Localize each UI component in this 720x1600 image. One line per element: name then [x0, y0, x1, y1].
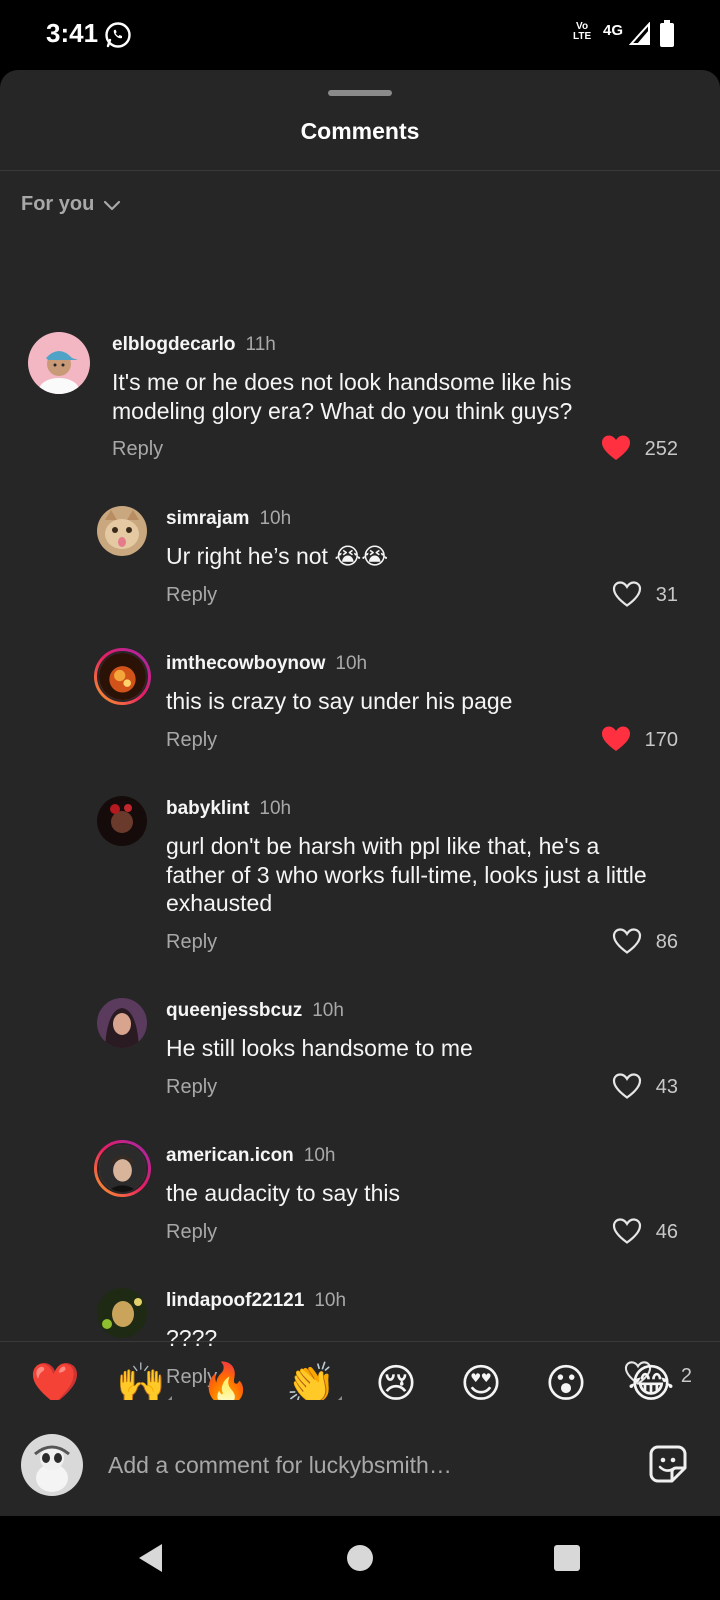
chevron-down-icon: [104, 200, 121, 210]
signal-icon: [629, 22, 650, 45]
sort-filter-dropdown[interactable]: For you: [21, 193, 122, 216]
user-avatar-icon: [21, 1434, 83, 1496]
reply-button[interactable]: Reply: [166, 1076, 217, 1099]
home-icon[interactable]: [347, 1545, 373, 1571]
bitmoji-avatar-icon: [28, 332, 90, 394]
comment-timestamp: 11h: [245, 334, 276, 355]
comment-timestamp: 10h: [259, 798, 292, 819]
avatar: [97, 1143, 148, 1194]
volte-icon: Vo LTE: [573, 22, 591, 42]
avatar-story-ring[interactable]: [94, 1140, 151, 1197]
comment-timestamp: 10h: [335, 653, 368, 674]
volte-line2: LTE: [573, 31, 592, 42]
comment-timestamp: 10h: [314, 1290, 347, 1311]
like-count: 43: [655, 1076, 678, 1098]
network-type: 4G: [603, 22, 624, 39]
comment-text: this is crazy to say under his page: [166, 688, 513, 714]
avatar[interactable]: [97, 1288, 147, 1338]
comment-text: It's me or he does not look handsome lik…: [112, 369, 573, 424]
comment-timestamp: 10h: [312, 1000, 344, 1021]
username-text[interactable]: queenjessbcuz: [166, 1000, 302, 1021]
avatar-story-ring[interactable]: [94, 648, 151, 705]
reply-button[interactable]: Reply: [166, 729, 217, 752]
reply-button[interactable]: Reply: [166, 931, 217, 954]
whatsapp-icon: [105, 22, 131, 48]
username-text[interactable]: simrajam: [166, 508, 249, 529]
comments-sheet: Comments For you elblogdecarlo 11h It's …: [0, 70, 720, 1516]
username-text[interactable]: imthecowboynow: [166, 653, 325, 674]
sticker-icon[interactable]: [648, 1444, 688, 1484]
photo-avatar-icon: [99, 1145, 146, 1192]
comment-text: the audacity to say this: [166, 1180, 400, 1206]
username-text[interactable]: babyklint: [166, 798, 249, 819]
avatar[interactable]: [28, 332, 90, 394]
like-count: 170: [644, 729, 678, 751]
photo-avatar-icon: [97, 796, 147, 846]
sheet-title: Comments: [300, 118, 420, 144]
comment-username[interactable]: babyklint 10h: [166, 798, 291, 820]
avatar: [97, 651, 148, 702]
comment-username[interactable]: elblogdecarlo 11h: [112, 334, 276, 356]
reply-button[interactable]: Reply: [166, 584, 217, 607]
heart-filled-icon[interactable]: [601, 725, 631, 753]
sort-filter-label: For you: [21, 193, 95, 215]
comment-username[interactable]: lindapoof22121 10h: [166, 1290, 346, 1312]
username-text[interactable]: lindapoof22121: [166, 1290, 304, 1311]
like-count: 86: [655, 931, 678, 953]
comments-list[interactable]: elblogdecarlo 11h It's me or he does not …: [0, 240, 720, 1403]
comment-input[interactable]: [108, 1444, 608, 1486]
comment-text: gurl don't be harsh with ppl like that, …: [166, 833, 647, 916]
avatar[interactable]: [97, 506, 147, 556]
divider: [0, 170, 720, 171]
comment-timestamp: 10h: [303, 1145, 336, 1166]
emoji-reaction-bar: ❤️ 🙌 🔥 👏 😢 😍 😮 😂: [0, 1341, 720, 1407]
like-count: 252: [644, 438, 678, 460]
username-text[interactable]: american.icon: [166, 1145, 294, 1166]
battery-icon: [660, 20, 674, 47]
status-bar: 3:41 Vo LTE 4G: [0, 0, 720, 70]
reply-button[interactable]: Reply: [112, 438, 163, 461]
like-count: 31: [655, 584, 678, 606]
avatar[interactable]: [97, 796, 147, 846]
comment-username[interactable]: simrajam 10h: [166, 508, 291, 530]
photo-avatar-icon: [97, 998, 147, 1048]
comment-username[interactable]: queenjessbcuz 10h: [166, 1000, 344, 1022]
heart-filled-icon[interactable]: [601, 434, 631, 462]
avatar[interactable]: [97, 998, 147, 1048]
comment-username[interactable]: american.icon 10h: [166, 1145, 335, 1167]
drag-handle[interactable]: [328, 90, 392, 96]
comment-timestamp: 10h: [259, 508, 292, 529]
photo-avatar-icon: [99, 653, 146, 700]
status-time: 3:41: [46, 18, 99, 48]
comment-text: He still looks handsome to me: [166, 1035, 473, 1061]
my-avatar: [21, 1434, 83, 1496]
reply-button[interactable]: Reply: [166, 1221, 217, 1244]
cat-avatar-icon: [97, 506, 147, 556]
system-nav-bar: [0, 1516, 720, 1600]
username-text[interactable]: elblogdecarlo: [112, 334, 236, 355]
comment-composer: [0, 1400, 720, 1516]
recents-icon[interactable]: [554, 1545, 580, 1571]
photo-avatar-icon: [97, 1288, 147, 1338]
like-count: 46: [655, 1221, 678, 1243]
back-icon[interactable]: [136, 1542, 166, 1574]
comment-text: Ur right he’s not 😭😭: [166, 543, 389, 569]
comment-username[interactable]: imthecowboynow 10h: [166, 653, 367, 675]
